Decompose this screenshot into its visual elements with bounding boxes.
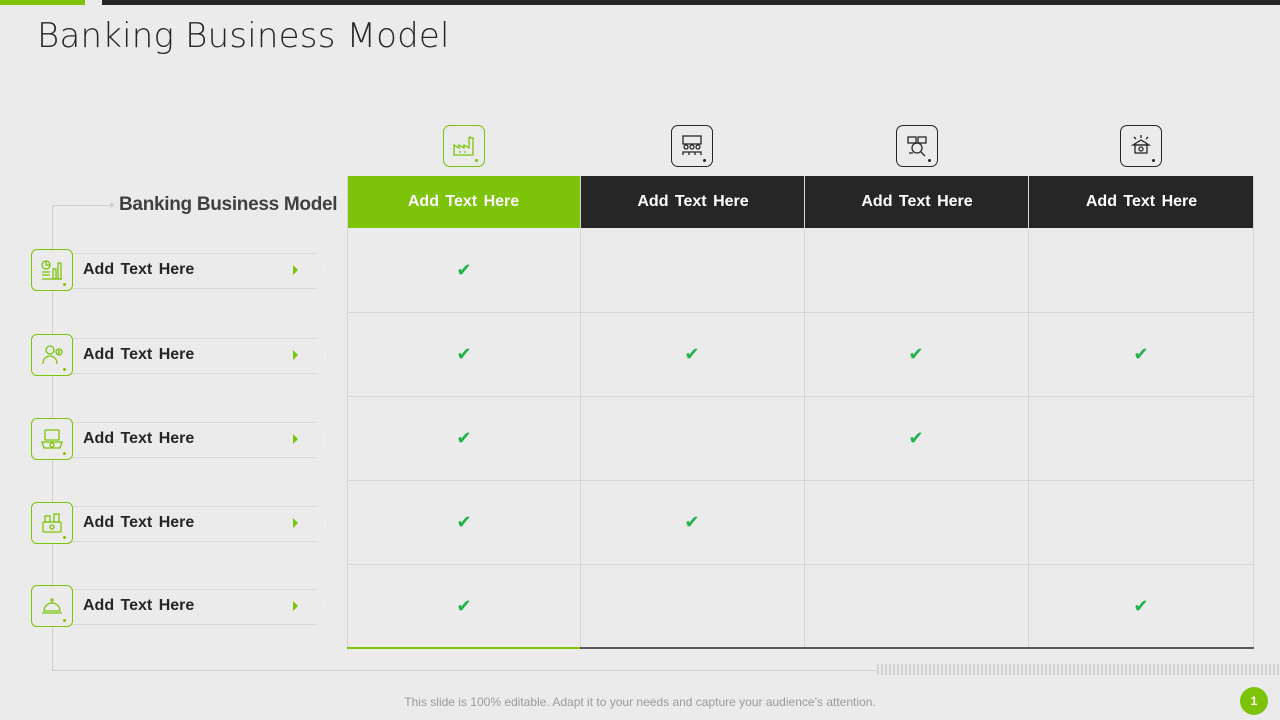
row-label-5[interactable]: Add Text Here [30, 585, 328, 629]
column-header-2: Add Text Here [581, 176, 805, 228]
table-divider [580, 176, 581, 648]
comparison-table: Add Text Here Add Text Here Add Text Her… [347, 176, 1254, 649]
table-divider [347, 396, 1254, 397]
check-icon: ✔ [456, 596, 472, 617]
page-number-badge: 1 [1240, 687, 1268, 715]
chevron-right-icon [293, 434, 298, 444]
row-label-text: Add Text Here [83, 597, 195, 614]
column-header-1: Add Text Here [347, 176, 580, 228]
row-label-text: Add Text Here [83, 430, 195, 447]
chevron-right-icon [293, 518, 298, 528]
table-divider [347, 176, 348, 648]
row-label-4[interactable]: Add Text Here [30, 502, 328, 546]
check-icon: ✔ [456, 428, 472, 449]
money-wallet-icon [31, 502, 73, 544]
row-label-2[interactable]: Add Text Here [30, 334, 328, 378]
check-icon: ✔ [684, 344, 700, 365]
check-icon: ✔ [1133, 344, 1149, 365]
check-icon: ✔ [908, 344, 924, 365]
column-header-4: Add Text Here [1029, 176, 1254, 228]
banker-person-icon [31, 334, 73, 376]
table-divider [804, 176, 805, 648]
table-divider [1253, 176, 1254, 648]
row-label-text: Add Text Here [83, 514, 195, 531]
row-label-text: Add Text Here [83, 261, 195, 278]
check-icon: ✔ [456, 260, 472, 281]
model-label: Banking Business Model [119, 194, 338, 215]
footer-note: This slide is 100% editable. Adapt it to… [404, 695, 876, 709]
check-icon: ✔ [908, 428, 924, 449]
table-divider [1028, 176, 1029, 648]
check-icon: ✔ [456, 512, 472, 533]
team-meeting-icon [671, 125, 713, 167]
laptop-bag-icon [31, 418, 73, 460]
connector-top-arrow [52, 202, 115, 208]
bank-idea-icon [1120, 125, 1162, 167]
row-label-3[interactable]: Add Text Here [30, 418, 328, 462]
check-icon: ✔ [684, 512, 700, 533]
slide-title: Banking Business Model [37, 16, 450, 56]
chevron-right-icon [293, 601, 298, 611]
chevron-right-icon [293, 350, 298, 360]
finance-chart-icon [31, 249, 73, 291]
decorative-hatch [877, 664, 1280, 675]
top-dark-bar [102, 0, 1280, 5]
top-accent-bar [0, 0, 85, 5]
table-base-accent [347, 647, 580, 649]
table-divider [347, 564, 1254, 565]
chevron-right-icon [293, 265, 298, 275]
table-divider [347, 312, 1254, 313]
service-bell-icon [31, 585, 73, 627]
check-icon: ✔ [456, 344, 472, 365]
connector-bottom-line [52, 670, 877, 671]
column-header-3: Add Text Here [805, 176, 1029, 228]
factory-icon [443, 125, 485, 167]
check-icon: ✔ [1133, 596, 1149, 617]
row-label-text: Add Text Here [83, 346, 195, 363]
table-divider [347, 480, 1254, 481]
row-label-1[interactable]: Add Text Here [30, 249, 328, 293]
analytics-magnifier-icon [896, 125, 938, 167]
